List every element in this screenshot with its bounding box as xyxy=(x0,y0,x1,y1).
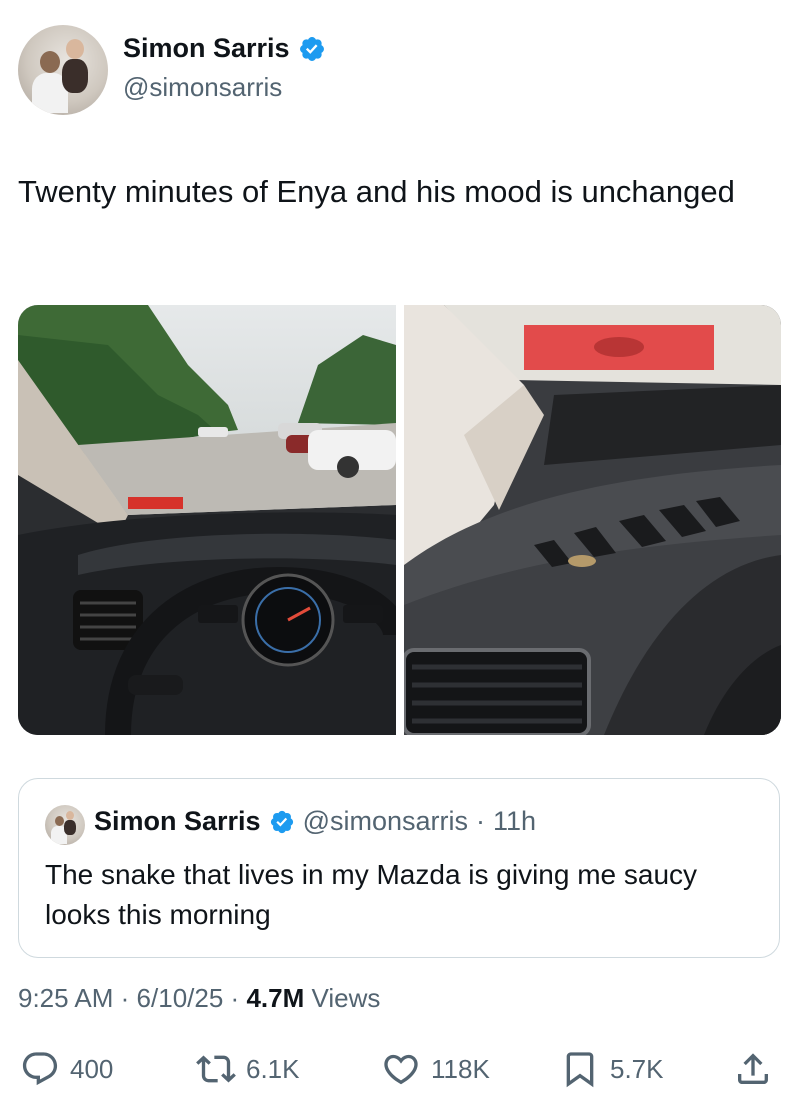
verified-badge-icon xyxy=(299,36,324,61)
reply-icon xyxy=(22,1052,58,1086)
bookmark-button[interactable]: 5.7K xyxy=(560,1049,664,1089)
repost-icon xyxy=(196,1055,236,1083)
reply-count: 400 xyxy=(70,1053,114,1084)
tweet-time[interactable]: 9:25 AM xyxy=(18,983,113,1013)
tweet-date[interactable]: 6/10/25 xyxy=(137,983,224,1013)
media-photo-2[interactable] xyxy=(404,305,781,735)
quoted-author-name[interactable]: Simon Sarris xyxy=(94,806,261,837)
quoted-separator: · xyxy=(476,806,485,836)
reply-button[interactable]: 400 xyxy=(20,1049,113,1089)
bookmark-icon xyxy=(566,1052,594,1088)
repost-count: 6.1K xyxy=(246,1053,300,1084)
author-name-row: Simon Sarris xyxy=(123,33,326,64)
meta-separator: · xyxy=(230,983,240,1013)
repost-button[interactable]: 6.1K xyxy=(196,1049,300,1089)
car-interior-windshield-photo xyxy=(18,305,396,735)
quoted-author-row: Simon Sarris @simonsarris · 11h xyxy=(94,806,536,837)
author-name[interactable]: Simon Sarris xyxy=(123,33,290,64)
views-label: Views xyxy=(311,983,381,1013)
like-count: 118K xyxy=(431,1053,490,1084)
quoted-timestamp[interactable]: 11h xyxy=(493,806,536,837)
media-photo-1[interactable] xyxy=(18,305,396,735)
quoted-author-handle[interactable]: @simonsarris xyxy=(303,806,468,837)
verified-badge-icon xyxy=(270,810,293,833)
car-dashboard-vent-photo xyxy=(404,305,781,735)
share-icon xyxy=(738,1053,768,1084)
tweet-meta-line: 9:25 AM · 6/10/25 · 4.7M Views xyxy=(18,983,380,1014)
quoted-author-avatar[interactable] xyxy=(45,805,85,845)
tweet-text: Twenty minutes of Enya and his mood is u… xyxy=(18,174,735,209)
author-avatar[interactable] xyxy=(18,25,108,115)
views-count[interactable]: 4.7M xyxy=(246,983,304,1013)
heart-icon xyxy=(384,1054,418,1085)
bookmark-count: 5.7K xyxy=(610,1053,664,1084)
meta-separator: · xyxy=(120,983,130,1013)
like-button[interactable]: 118K xyxy=(381,1049,490,1089)
share-button[interactable] xyxy=(733,1049,773,1089)
quoted-tweet-text: The snake that lives in my Mazda is givi… xyxy=(45,859,698,930)
author-handle[interactable]: @simonsarris xyxy=(123,72,282,103)
